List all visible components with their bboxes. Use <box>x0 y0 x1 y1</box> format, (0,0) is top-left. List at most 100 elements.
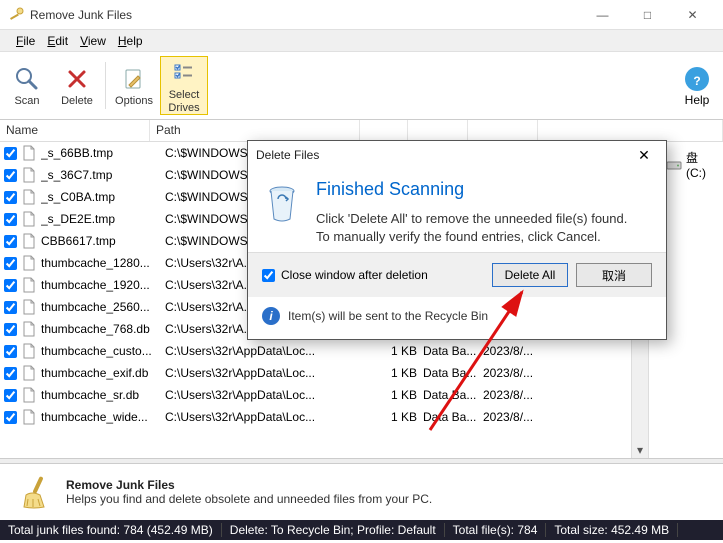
scroll-down-arrow[interactable]: ▾ <box>632 441 648 458</box>
file-icon <box>21 365 37 381</box>
file-type: Data Ba... <box>423 366 483 380</box>
file-modified: 2023/8/... <box>483 366 553 380</box>
disk-icon <box>666 158 682 172</box>
file-name: thumbcache_custo... <box>41 344 165 358</box>
recycle-bin-icon <box>264 179 304 246</box>
dialog-line1: Click 'Delete All' to remove the unneede… <box>316 210 627 228</box>
close-after-deletion-label: Close window after deletion <box>281 268 428 282</box>
dialog-title: Delete Files <box>256 148 630 162</box>
info-panel: Remove Junk Files Helps you find and del… <box>0 464 723 520</box>
delete-all-button[interactable]: Delete All <box>492 263 568 287</box>
col-modified[interactable] <box>468 120 538 141</box>
delete-label: Delete <box>61 95 93 107</box>
delete-files-dialog: Delete Files ✕ Finished Scanning Click '… <box>247 140 667 340</box>
info-desc: Helps you find and delete obsolete and u… <box>66 492 432 506</box>
file-type: Data Ba... <box>423 344 483 358</box>
file-type: Data Ba... <box>423 388 483 402</box>
svg-text:?: ? <box>693 74 700 88</box>
toolbar-separator <box>105 62 106 109</box>
dialog-heading: Finished Scanning <box>316 179 627 200</box>
pencil-icon <box>122 63 146 95</box>
broom-icon <box>16 473 54 511</box>
close-after-deletion-input[interactable] <box>262 269 275 282</box>
file-checkbox[interactable] <box>4 257 17 270</box>
delete-button[interactable]: Delete <box>53 56 101 115</box>
file-row[interactable]: thumbcache_wide...C:\Users\32r\AppData\L… <box>0 406 631 428</box>
file-name: CBB6617.tmp <box>41 234 165 248</box>
file-checkbox[interactable] <box>4 169 17 182</box>
file-name: thumbcache_sr.db <box>41 388 165 402</box>
cancel-button[interactable]: 取消 <box>576 263 652 287</box>
file-icon <box>21 167 37 183</box>
menu-help[interactable]: Help <box>112 32 149 50</box>
file-checkbox[interactable] <box>4 191 17 204</box>
col-size[interactable] <box>360 120 408 141</box>
maximize-button[interactable]: □ <box>625 1 670 29</box>
file-name: thumbcache_768.db <box>41 322 165 336</box>
file-row[interactable]: thumbcache_custo...C:\Users\32r\AppData\… <box>0 340 631 362</box>
file-checkbox[interactable] <box>4 411 17 424</box>
file-checkbox[interactable] <box>4 345 17 358</box>
file-checkbox[interactable] <box>4 213 17 226</box>
file-checkbox[interactable] <box>4 323 17 336</box>
menu-file[interactable]: File <box>10 32 41 50</box>
file-type: Data Ba... <box>423 410 483 424</box>
col-path[interactable]: Path <box>150 120 360 141</box>
file-name: thumbcache_exif.db <box>41 366 165 380</box>
file-icon <box>21 321 37 337</box>
col-name[interactable]: Name <box>0 120 150 141</box>
app-icon <box>8 7 24 23</box>
status-delete-mode: Delete: To Recycle Bin; Profile: Default <box>222 523 445 537</box>
file-name: thumbcache_1280... <box>41 256 165 270</box>
column-headers: Name Path <box>0 120 723 142</box>
file-row[interactable]: thumbcache_exif.dbC:\Users\32r\AppData\L… <box>0 362 631 384</box>
file-icon <box>21 387 37 403</box>
file-checkbox[interactable] <box>4 367 17 380</box>
file-icon <box>21 233 37 249</box>
close-button[interactable]: ✕ <box>670 1 715 29</box>
help-button[interactable]: ? Help <box>673 54 721 117</box>
select-drives-label: Select Drives <box>168 89 199 113</box>
file-icon <box>21 277 37 293</box>
file-name: _s_DE2E.tmp <box>41 212 165 226</box>
menu-edit[interactable]: Edit <box>41 32 74 50</box>
file-checkbox[interactable] <box>4 147 17 160</box>
file-name: thumbcache_1920... <box>41 278 165 292</box>
dialog-line2: To manually verify the found entries, cl… <box>316 228 627 246</box>
dialog-info-text: Item(s) will be sent to the Recycle Bin <box>288 309 488 323</box>
file-row[interactable]: thumbcache_sr.dbC:\Users\32r\AppData\Loc… <box>0 384 631 406</box>
file-modified: 2023/8/... <box>483 388 553 402</box>
file-checkbox[interactable] <box>4 279 17 292</box>
file-path: C:\Users\32r\AppData\Loc... <box>165 410 375 424</box>
select-drives-button[interactable]: Select Drives <box>160 56 208 115</box>
minimize-button[interactable]: — <box>580 1 625 29</box>
file-size: 1 KB <box>375 344 423 358</box>
file-size: 1 KB <box>375 388 423 402</box>
close-after-deletion-checkbox[interactable]: Close window after deletion <box>262 268 484 282</box>
file-icon <box>21 211 37 227</box>
file-path: C:\Users\32r\AppData\Loc... <box>165 388 375 402</box>
file-icon <box>21 343 37 359</box>
menu-view[interactable]: View <box>74 32 112 50</box>
scan-label: Scan <box>14 95 39 107</box>
status-total-size: Total size: 452.49 MB <box>546 523 678 537</box>
file-checkbox[interactable] <box>4 301 17 314</box>
scan-button[interactable]: Scan <box>3 56 51 115</box>
col-type[interactable] <box>408 120 468 141</box>
magnifier-icon <box>14 63 40 95</box>
delete-x-icon <box>65 63 89 95</box>
file-icon <box>21 255 37 271</box>
file-checkbox[interactable] <box>4 389 17 402</box>
file-modified: 2023/8/... <box>483 410 553 424</box>
options-button[interactable]: Options <box>110 56 158 115</box>
titlebar: Remove Junk Files — □ ✕ <box>0 0 723 30</box>
info-icon: i <box>262 307 280 325</box>
file-icon <box>21 145 37 161</box>
col-attr[interactable] <box>538 120 723 141</box>
dialog-close-button[interactable]: ✕ <box>630 143 658 167</box>
statusbar: Total junk files found: 784 (452.49 MB) … <box>0 520 723 540</box>
toolbar: Scan Delete Options Select Drives ? Help <box>0 52 723 120</box>
file-checkbox[interactable] <box>4 235 17 248</box>
drive-c-label: 盘 (C:) <box>686 149 719 180</box>
status-total-files: Total file(s): 784 <box>445 523 547 537</box>
